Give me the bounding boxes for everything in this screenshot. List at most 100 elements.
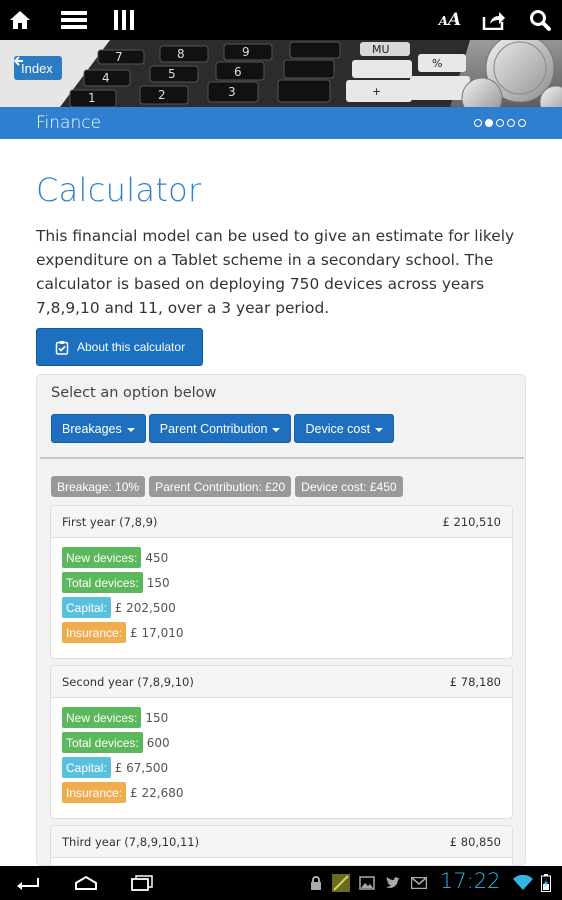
notification-icon [330, 866, 352, 900]
device-cost-dropdown-label: Device cost [305, 421, 371, 436]
text-size-icon[interactable]: AA [430, 0, 470, 40]
year-title: Second year (7,8,9,10) [62, 675, 194, 689]
parent-contribution-dropdown[interactable]: Parent Contribution [148, 414, 292, 443]
insurance-label: Insurance: [62, 622, 127, 643]
total-devices-row: Total devices: 600 [62, 730, 501, 755]
capital-value: £ 202,500 [114, 600, 176, 615]
calc-key-7: 7 [115, 50, 123, 64]
caret-down-icon [375, 427, 384, 432]
year-panel-body: New devices: 450 Total devices: 150 Capi… [51, 538, 512, 658]
page-title: Calculator [36, 171, 202, 209]
year-panel-header: Second year (7,8,9,10) £ 78,180 [51, 666, 512, 698]
selected-options-tags: Breakage: 10% Parent Contribution: £20 D… [51, 476, 403, 497]
page-indicator [474, 119, 526, 127]
year-panel-third: Third year (7,8,9,10,11) £ 80,850 [50, 825, 513, 865]
year-title: First year (7,8,9) [62, 515, 158, 529]
caret-down-icon [126, 427, 135, 432]
capital-value: £ 67,500 [114, 760, 169, 775]
breakages-dropdown[interactable]: Breakages [51, 414, 146, 443]
year-panel-header: Third year (7,8,9,10,11) £ 80,850 [51, 826, 512, 858]
about-calculator-button[interactable]: About this calculator [36, 328, 203, 366]
menu-icon[interactable] [54, 0, 94, 40]
gallery-icon [356, 866, 378, 900]
total-devices-value: 600 [146, 735, 170, 750]
year-total: £ 80,850 [449, 835, 501, 849]
section-title: Finance [36, 113, 102, 133]
capital-row: Capital: £ 67,500 [62, 755, 501, 780]
parent-contribution-tag: Parent Contribution: £20 [149, 476, 292, 497]
gmail-icon [408, 866, 430, 900]
calc-key-1: 1 [88, 91, 96, 105]
total-devices-row: Total devices: 150 [62, 570, 501, 595]
year-total: £ 210,510 [442, 515, 501, 529]
options-prompt: Select an option below [51, 385, 217, 401]
calc-key-percent: % [432, 57, 442, 70]
page-dot-4[interactable] [507, 119, 515, 127]
device-cost-dropdown[interactable]: Device cost [294, 414, 395, 443]
about-calculator-label: About this calculator [77, 340, 186, 354]
new-devices-value: 150 [145, 710, 169, 725]
search-icon[interactable] [520, 0, 560, 40]
total-devices-label: Total devices: [62, 572, 143, 593]
intro-text: This financial model can be used to give… [36, 227, 515, 317]
options-well: Select an option below Breakages Parent … [36, 374, 526, 866]
calc-key-8: 8 [177, 47, 185, 61]
page-dot-3[interactable] [496, 119, 504, 127]
new-devices-label: New devices: [62, 707, 142, 728]
calc-key-3: 3 [228, 85, 236, 99]
new-devices-value: 450 [145, 550, 169, 565]
caret-down-icon [272, 427, 281, 432]
calc-key-4: 4 [102, 71, 110, 85]
breakage-tag: Breakage: 10% [51, 476, 146, 497]
year-panel-body [51, 858, 512, 865]
new-devices-row: New devices: 450 [62, 545, 501, 570]
columns-icon[interactable] [104, 0, 144, 40]
calculator-photo: 7 8 9 4 5 6 1 2 3 MU % + [0, 40, 562, 107]
insurance-row: Insurance: £ 17,010 [62, 620, 501, 645]
back-icon[interactable] [10, 866, 46, 900]
new-devices-row: New devices: 150 [62, 705, 501, 730]
share-icon[interactable] [474, 0, 514, 40]
index-back-button[interactable]: Index [14, 56, 62, 80]
app-toolbar: AA [0, 0, 562, 40]
divider [40, 457, 524, 459]
twitter-icon [382, 866, 404, 900]
home-icon[interactable] [0, 0, 40, 40]
year-panel-header: First year (7,8,9) £ 210,510 [51, 506, 512, 538]
insurance-value: £ 22,680 [130, 785, 184, 800]
calc-key-2: 2 [158, 88, 166, 102]
year-title: Third year (7,8,9,10,11) [62, 835, 200, 849]
capital-label: Capital: [62, 757, 111, 778]
calc-key-plus: + [372, 85, 381, 98]
calc-key-9: 9 [242, 45, 250, 59]
clipboard-check-icon [55, 340, 69, 355]
wifi-icon [512, 866, 534, 900]
calc-key-mu: MU [372, 43, 390, 56]
home-nav-icon[interactable] [66, 866, 106, 900]
new-devices-label: New devices: [62, 547, 142, 568]
page-dot-5[interactable] [518, 119, 526, 127]
device-cost-tag: Device cost: £450 [295, 476, 403, 497]
year-total: £ 78,180 [449, 675, 501, 689]
calc-key-5: 5 [168, 67, 176, 81]
index-back-label: Index [21, 60, 53, 76]
section-header: Finance [0, 107, 562, 139]
insurance-label: Insurance: [62, 782, 127, 803]
insurance-value: £ 17,010 [130, 625, 184, 640]
status-clock: 17:22 [440, 869, 501, 893]
hero-banner: 7 8 9 4 5 6 1 2 3 MU % + Index [0, 40, 562, 107]
calc-key-6: 6 [234, 65, 242, 79]
capital-label: Capital: [62, 597, 111, 618]
capital-row: Capital: £ 202,500 [62, 595, 501, 620]
options-dropdowns: Breakages Parent Contribution Device cos… [51, 414, 395, 443]
year-panel-first: First year (7,8,9) £ 210,510 New devices… [50, 505, 513, 659]
year-panel-second: Second year (7,8,9,10) £ 78,180 New devi… [50, 665, 513, 819]
page-dot-1[interactable] [474, 119, 482, 127]
year-panel-body: New devices: 150 Total devices: 600 Capi… [51, 698, 512, 818]
page-dot-2-active[interactable] [485, 119, 493, 127]
total-devices-value: 150 [146, 575, 170, 590]
arrow-left-icon [14, 56, 23, 66]
recent-apps-icon[interactable] [124, 866, 160, 900]
parent-contribution-dropdown-label: Parent Contribution [159, 421, 268, 436]
breakages-dropdown-label: Breakages [62, 421, 122, 436]
